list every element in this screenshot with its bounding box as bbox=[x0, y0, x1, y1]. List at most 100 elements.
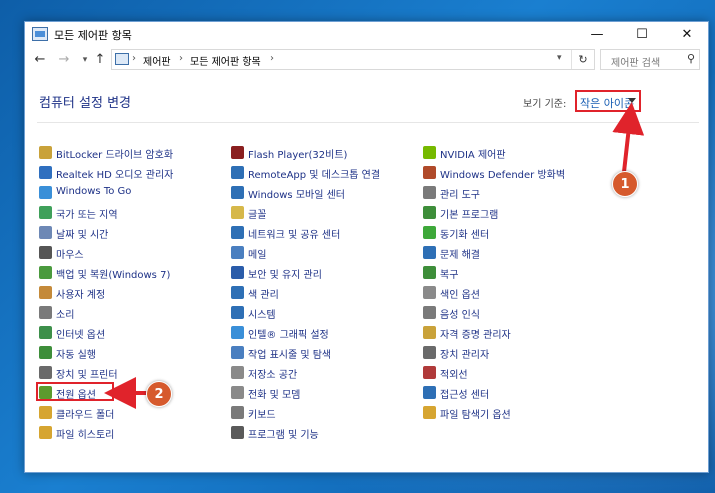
windows-to-go-icon bbox=[39, 186, 52, 199]
firewall-icon bbox=[423, 166, 436, 179]
default-programs-icon bbox=[423, 206, 436, 219]
power-options-highlight bbox=[36, 382, 114, 401]
forward-button[interactable]: → bbox=[56, 52, 72, 67]
sound-icon bbox=[39, 306, 52, 319]
recent-locations-dropdown[interactable]: ▾ bbox=[77, 55, 93, 65]
control-panel-item-label: 전화 및 모뎀 bbox=[248, 390, 301, 401]
control-panel-item-label: 키보드 bbox=[248, 410, 276, 421]
control-panel-item-label: 소리 bbox=[56, 310, 75, 321]
control-panel-item-label: 자격 증명 관리자 bbox=[440, 330, 511, 341]
chevron-down-icon bbox=[628, 98, 636, 103]
up-button[interactable]: ↑ bbox=[92, 52, 108, 67]
file-explorer-options-icon bbox=[423, 406, 436, 419]
control-panel-item-label: 색 관리 bbox=[248, 290, 279, 301]
control-panel-item-label: 저장소 공간 bbox=[248, 370, 298, 381]
control-panel-item-label: 접근성 센터 bbox=[440, 390, 490, 401]
intel-graphics-icon bbox=[231, 326, 244, 339]
annotation-badge-1: 1 bbox=[612, 171, 638, 197]
internet-options-icon bbox=[39, 326, 52, 339]
user-accounts-icon bbox=[39, 286, 52, 299]
control-panel-item-label: RemoteApp 및 데스크톱 연결 bbox=[248, 170, 381, 181]
realtek-audio-icon bbox=[39, 166, 52, 179]
credential-manager-icon bbox=[423, 326, 436, 339]
devices-printers-icon bbox=[39, 366, 52, 379]
search-placeholder: 제어판 검색 bbox=[611, 58, 661, 69]
control-panel-item-label: Realtek HD 오디오 관리자 bbox=[56, 170, 174, 181]
divider bbox=[37, 122, 699, 123]
phone-modem-icon bbox=[231, 386, 244, 399]
view-by-value: 작은 아이콘 bbox=[580, 97, 635, 110]
address-dropdown-icon[interactable]: ▾ bbox=[557, 53, 562, 63]
navigation-bar: ← → ▾ ↑ › 제어판 › 모든 제어판 항목 › ▾ ↻ 제어판 검색 ⚲ bbox=[25, 48, 708, 74]
view-by-dropdown[interactable]: 작은 아이콘 bbox=[575, 90, 641, 112]
control-panel-item-label: 마우스 bbox=[56, 250, 84, 261]
control-panel-item-label: Flash Player(32비트) bbox=[248, 150, 348, 161]
network-sharing-icon bbox=[231, 226, 244, 239]
control-panel-item-label: 음성 인식 bbox=[440, 310, 480, 321]
device-manager-icon bbox=[423, 346, 436, 359]
programs-features-icon bbox=[231, 426, 244, 439]
control-panel-item-label: 색인 옵션 bbox=[440, 290, 480, 301]
mobility-center-icon bbox=[231, 186, 244, 199]
mouse-icon bbox=[39, 246, 52, 259]
control-panel-item-label: BitLocker 드라이브 암호화 bbox=[56, 150, 174, 161]
maximize-button[interactable]: ☐ bbox=[620, 22, 664, 48]
control-panel-item-label: 인터넷 옵션 bbox=[56, 330, 106, 341]
control-panel-item-label: 자동 실행 bbox=[56, 350, 96, 361]
control-panel-item-label: 기본 프로그램 bbox=[440, 210, 499, 221]
taskbar-navigation-icon bbox=[231, 346, 244, 359]
security-maintenance-icon bbox=[231, 266, 244, 279]
region-icon bbox=[39, 206, 52, 219]
back-button[interactable]: ← bbox=[32, 52, 48, 67]
annotation-badge-2: 2 bbox=[146, 381, 172, 407]
control-panel-item-label: 시스템 bbox=[248, 310, 276, 321]
control-panel-icon bbox=[32, 27, 48, 41]
nvidia-icon bbox=[423, 146, 436, 159]
close-button[interactable]: ✕ bbox=[665, 22, 709, 48]
control-panel-item-label: 글꼴 bbox=[248, 210, 267, 221]
remoteapp-icon bbox=[231, 166, 244, 179]
control-panel-item-label: 보안 및 유지 관리 bbox=[248, 270, 322, 281]
infrared-icon bbox=[423, 366, 436, 379]
breadcrumb-all-items[interactable]: 모든 제어판 항목 bbox=[190, 53, 261, 68]
window-title: 모든 제어판 항목 bbox=[54, 29, 132, 42]
control-panel-item-label: 복구 bbox=[440, 270, 459, 281]
view-by-label: 보기 기준: bbox=[523, 99, 567, 110]
control-panel-window: 모든 제어판 항목 — ☐ ✕ ← → ▾ ↑ › 제어판 › 모든 제어판 항… bbox=[24, 21, 709, 473]
control-panel-item-label: NVIDIA 제어판 bbox=[440, 150, 506, 161]
work-folders-icon bbox=[39, 406, 52, 419]
system-icon bbox=[231, 306, 244, 319]
title-bar: 모든 제어판 항목 — ☐ ✕ bbox=[25, 22, 708, 48]
flash-player-icon bbox=[231, 146, 244, 159]
minimize-button[interactable]: — bbox=[575, 22, 619, 48]
control-panel-small-icon bbox=[115, 53, 129, 65]
control-panel-item-label: Windows To Go bbox=[56, 186, 132, 197]
control-panel-item-label: 프로그램 및 기능 bbox=[248, 430, 319, 441]
search-icon[interactable]: ⚲ bbox=[687, 52, 695, 65]
control-panel-item-label: Windows Defender 방화벽 bbox=[440, 170, 566, 181]
control-panel-item-label: 사용자 계정 bbox=[56, 290, 106, 301]
breadcrumb-separator[interactable]: › bbox=[270, 53, 274, 64]
storage-spaces-icon bbox=[231, 366, 244, 379]
autoplay-icon bbox=[39, 346, 52, 359]
speech-recognition-icon bbox=[423, 306, 436, 319]
control-panel-item-label: 장치 및 프린터 bbox=[56, 370, 118, 381]
bitlocker-icon bbox=[39, 146, 52, 159]
control-panel-item-label: 파일 히스토리 bbox=[56, 430, 115, 441]
address-bar[interactable]: › 제어판 › 모든 제어판 항목 › ▾ ↻ bbox=[111, 49, 595, 70]
troubleshooting-icon bbox=[423, 246, 436, 259]
control-panel-item-label: 파일 탐색기 옵션 bbox=[440, 410, 511, 421]
backup-restore-icon bbox=[39, 266, 52, 279]
breadcrumb-separator[interactable]: › bbox=[179, 53, 183, 64]
search-input[interactable]: 제어판 검색 ⚲ bbox=[600, 49, 700, 70]
control-panel-item-label: 관리 도구 bbox=[440, 190, 480, 201]
indexing-options-icon bbox=[423, 286, 436, 299]
breadcrumb-separator[interactable]: › bbox=[132, 53, 136, 64]
control-panel-item-label: 날짜 및 시간 bbox=[56, 230, 109, 241]
keyboard-icon bbox=[231, 406, 244, 419]
control-panel-item-label: 작업 표시줄 및 탐색 bbox=[248, 350, 332, 361]
control-panel-item-label: 네트워크 및 공유 센터 bbox=[248, 230, 341, 241]
breadcrumb-control-panel[interactable]: 제어판 bbox=[143, 53, 171, 68]
control-panel-item-label: 인텔® 그래픽 설정 bbox=[248, 330, 329, 341]
refresh-button[interactable]: ↻ bbox=[571, 50, 594, 69]
